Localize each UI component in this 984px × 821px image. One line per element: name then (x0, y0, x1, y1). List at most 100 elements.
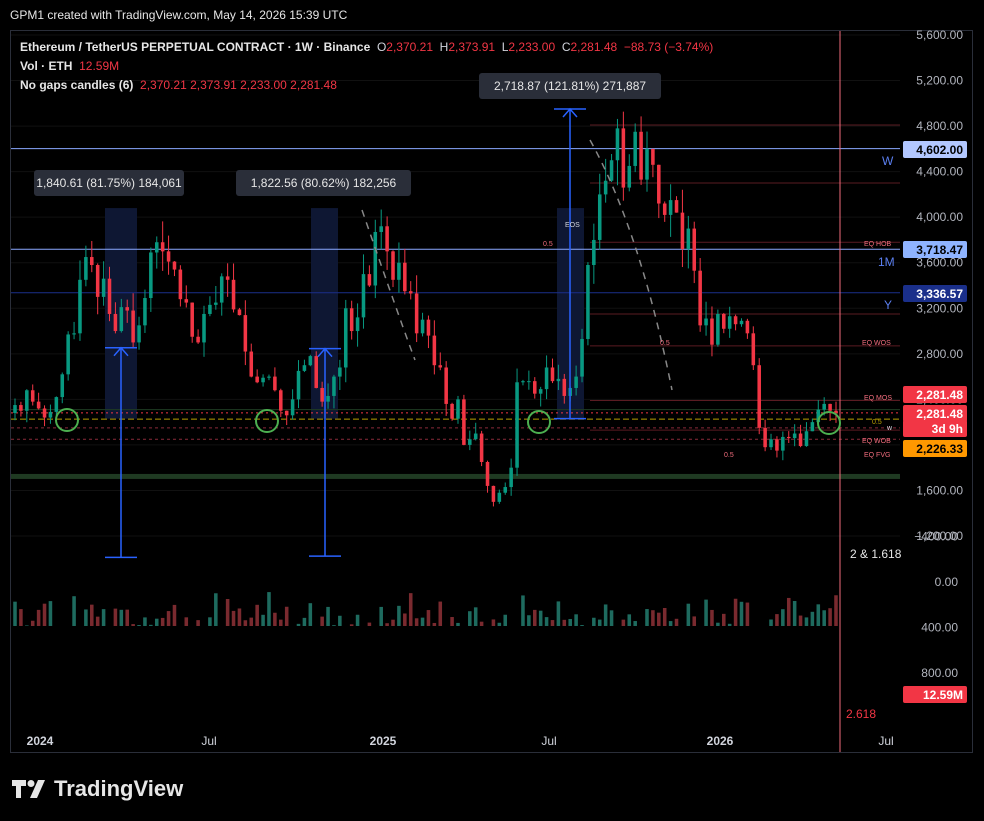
volume-bar (149, 624, 153, 626)
volume-bar (154, 618, 159, 626)
candle (621, 128, 626, 188)
volume-bar (633, 621, 637, 626)
volume-bar (267, 592, 271, 626)
volume-bar (426, 610, 431, 626)
candle (42, 408, 47, 418)
candle (60, 374, 65, 398)
candle (391, 251, 395, 280)
candle (284, 410, 289, 416)
measure-label: 2,718.87 (121.81%) 271,887 (494, 79, 646, 93)
candle (48, 411, 53, 418)
volume-bar (172, 604, 177, 626)
candle (172, 261, 177, 270)
volume-bar (816, 604, 821, 626)
candle (527, 381, 531, 383)
candle (651, 148, 655, 165)
volume-bar (550, 620, 555, 626)
volume-bar (597, 619, 602, 626)
price-tick-label: 3,200.00 (916, 301, 963, 315)
price-label: 3,718.47 (916, 243, 963, 257)
candle (137, 325, 141, 343)
volume-bar (722, 613, 726, 626)
volume-bar (627, 614, 632, 626)
candle (202, 313, 206, 343)
volume-bar (686, 603, 691, 626)
time-tick-label: 2025 (370, 734, 397, 748)
candle (662, 203, 667, 215)
indicator-values: 2,370.21 2,373.91 2,233.00 2,281.48 (140, 78, 337, 92)
volume-bar (491, 619, 496, 626)
half-label-small: 0.5 (872, 419, 882, 426)
candle (544, 367, 549, 390)
candle (149, 252, 153, 299)
candle (574, 376, 578, 388)
price-tick-label: 5,600.00 (916, 28, 963, 42)
volume-bar (19, 609, 23, 626)
candle (107, 278, 112, 314)
candle (255, 376, 259, 383)
candle (420, 319, 425, 334)
volume-bar (261, 614, 265, 626)
candle (166, 251, 171, 262)
candle (355, 317, 360, 332)
volume-bar (42, 603, 47, 626)
candle (373, 231, 378, 286)
price-tick-label: 4,800.00 (916, 119, 963, 133)
volume-bar (432, 622, 437, 626)
volume-bar (326, 606, 330, 626)
price-chart[interactable]: 1,840.61 (81.75%) 184,061 1,822.56 (80.62… (0, 0, 984, 821)
time-tick-label: 2024 (27, 734, 54, 748)
candle (515, 382, 519, 468)
price-label: 2,281.48 (916, 388, 963, 402)
close-value: 2,281.48 (570, 40, 618, 54)
candle (497, 492, 502, 502)
tradingview-wordmark: TradingView (54, 776, 184, 801)
high-value: 2,373.91 (448, 40, 496, 54)
volume-bar (645, 609, 649, 626)
volume-bar (556, 601, 561, 626)
volume-bar (408, 593, 413, 626)
volume-tick-label: 800.00 (921, 666, 958, 680)
candle (473, 433, 478, 440)
candle (733, 316, 738, 325)
volume-bar (160, 617, 165, 626)
volume-bar (739, 601, 744, 626)
candle (698, 270, 702, 326)
candle (503, 487, 508, 493)
candle (36, 401, 41, 409)
volume-bar (792, 601, 797, 626)
volume-bar (716, 622, 720, 626)
price-tick-label: 4,400.00 (916, 165, 963, 179)
eq-wos-label: EQ WOS (862, 340, 891, 347)
volume-bar (379, 606, 383, 626)
price-tick-label: 1,600.00 (916, 483, 963, 497)
volume-tick-label: 400.00 (921, 621, 958, 635)
candle (385, 226, 389, 252)
volume-bar (828, 608, 832, 626)
candle (657, 164, 661, 204)
volume-bar (710, 609, 714, 626)
volume-bar (651, 610, 655, 626)
candle (692, 228, 697, 271)
candle (361, 274, 366, 318)
support-circle (527, 410, 551, 434)
candle (532, 381, 537, 394)
volume-bar (674, 618, 679, 626)
candle (716, 313, 720, 345)
eq-fvg-label: EQ FVG (864, 452, 890, 459)
volume-bar (95, 616, 100, 626)
candle (668, 200, 673, 215)
volume-bar (338, 615, 342, 626)
candle (367, 274, 372, 286)
volume-bar (473, 607, 478, 626)
volume-bar (184, 617, 189, 626)
candle (586, 265, 590, 340)
candle (261, 377, 265, 383)
candle (633, 131, 637, 166)
change-value: −88.73 (−3.74%) (623, 40, 714, 54)
volume-bar (255, 604, 259, 626)
half-label: 0.5 (724, 452, 734, 459)
candle (326, 395, 330, 402)
candle (674, 200, 679, 213)
candle (30, 390, 35, 402)
